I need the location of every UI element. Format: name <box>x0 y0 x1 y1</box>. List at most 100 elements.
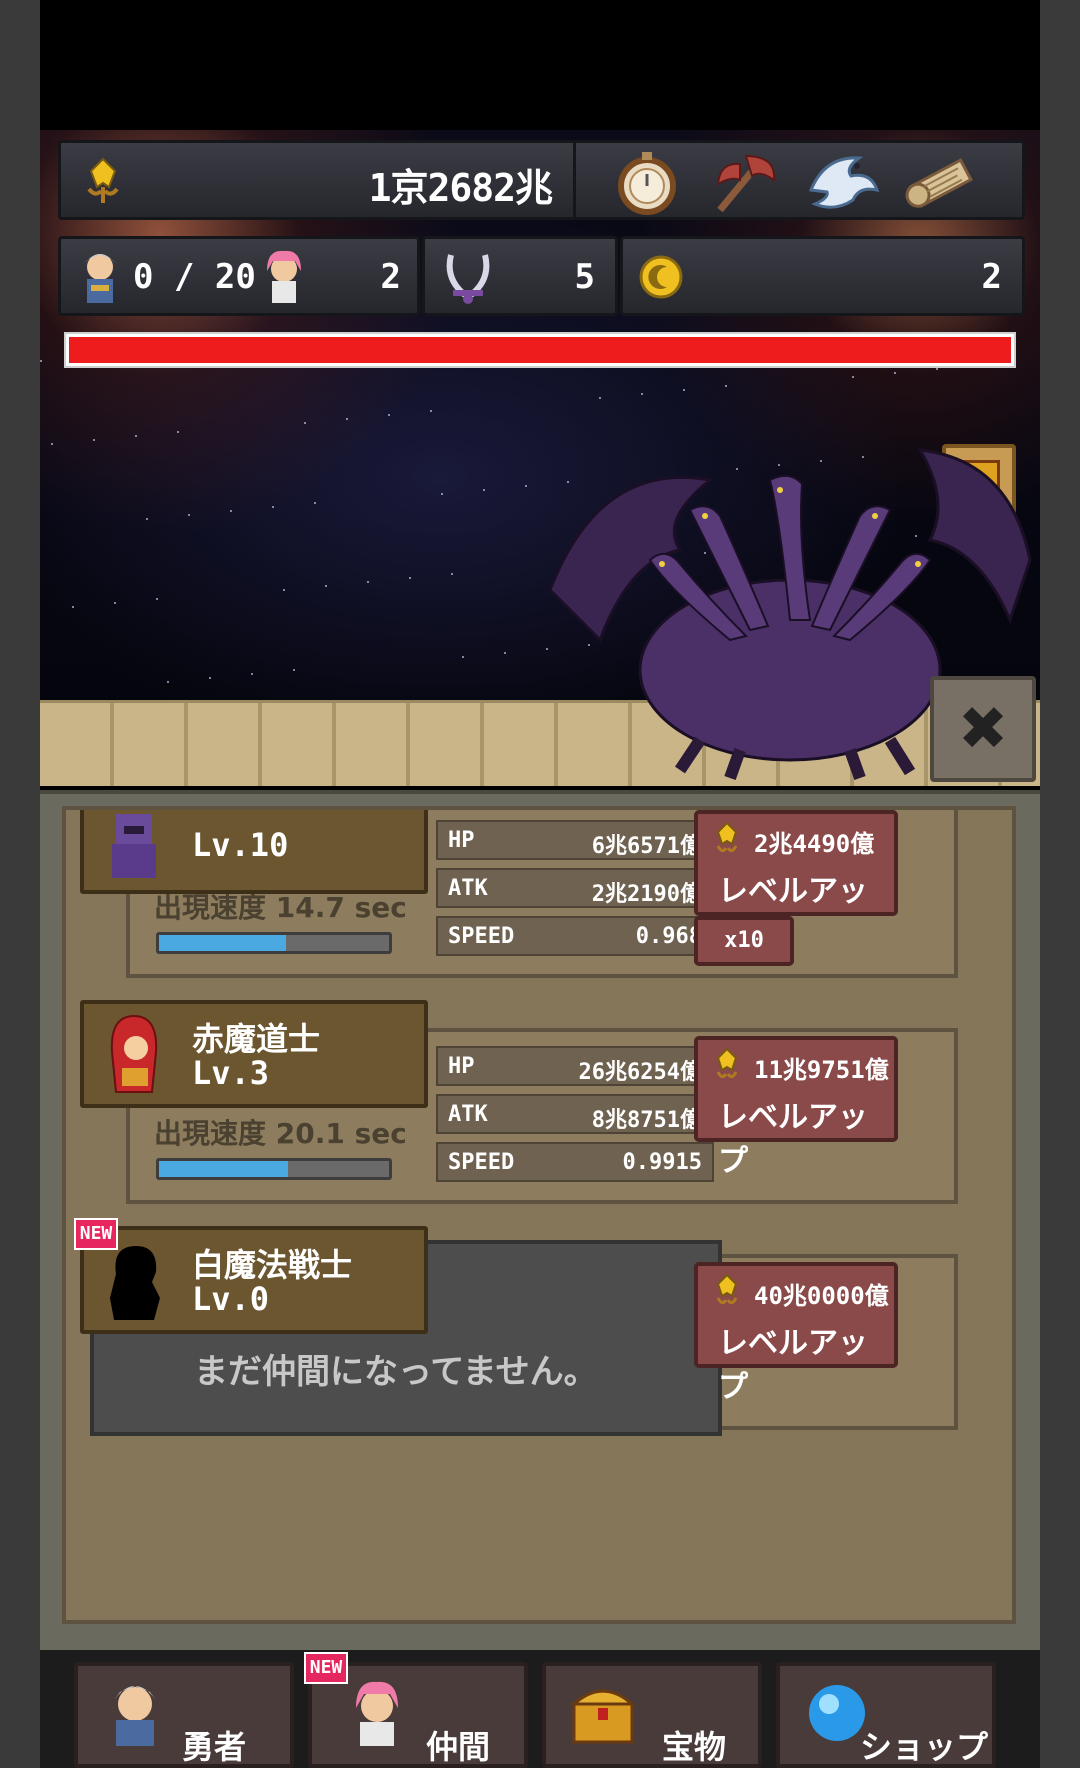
hero-icon <box>85 254 115 303</box>
star <box>51 443 53 445</box>
speed-value: 0.968 <box>635 924 702 949</box>
coin-icon <box>639 255 683 299</box>
scroll-icon[interactable] <box>902 149 980 217</box>
star <box>388 414 390 416</box>
party-count-panel: 0 / 20 2 <box>58 236 420 316</box>
coin-count: 2 <box>981 257 1002 297</box>
star <box>325 585 327 587</box>
star <box>599 397 601 399</box>
star <box>683 389 685 391</box>
close-button[interactable]: ✖ <box>930 676 1036 782</box>
star <box>209 677 211 679</box>
star <box>430 410 432 412</box>
star <box>936 368 938 370</box>
star <box>114 602 116 604</box>
star <box>177 431 179 433</box>
bottom-tab-bar: 勇者 仲間 NEW 宝物 ショップ <box>40 1650 1040 1768</box>
star <box>451 573 453 575</box>
gem-icon <box>87 157 119 203</box>
white-dragon-icon[interactable] <box>804 149 882 217</box>
crossed-swords-icon <box>446 254 490 304</box>
gold-amount: 1京2682兆 <box>368 166 553 210</box>
star <box>641 393 643 395</box>
stat-speed: SPEED 0.968 <box>436 916 714 956</box>
character-plate: 白魔法戦士 Lv.0 <box>80 1226 428 1334</box>
tab-label: ショップ <box>860 1728 989 1766</box>
levelup-label: レベルアップ <box>718 1326 868 1405</box>
star <box>346 418 348 420</box>
party-list[interactable]: 出現速度 14.7 sec Lv.10 HP 6兆6571億 ATK 2兆219… <box>62 806 1016 1624</box>
levelup-button[interactable]: 2兆4490億 レベルアップ <box>694 810 898 953</box>
star <box>304 422 306 424</box>
new-badge: NEW <box>74 1218 118 1250</box>
hp-value: 6兆6571億 <box>591 834 702 859</box>
boss-hp-fill <box>69 337 1011 363</box>
star <box>441 493 443 495</box>
close-icon: ✖ <box>957 694 1009 764</box>
stat-hp: HP 26兆6254億 <box>436 1046 714 1086</box>
gold-panel: 1京2682兆 <box>58 140 593 220</box>
tab-hero[interactable]: 勇者 <box>74 1662 294 1768</box>
star <box>272 506 274 508</box>
stopwatch-icon[interactable] <box>608 149 686 217</box>
star <box>483 489 485 491</box>
character-level: Lv.0 <box>192 1280 270 1318</box>
kills-count: 5 <box>574 257 595 297</box>
coin-panel: 2 <box>620 236 1025 316</box>
star <box>156 598 158 600</box>
levelup-button[interactable]: 40兆0000億 レベルアップ <box>694 1262 898 1405</box>
spawn-progress-fill <box>159 1161 288 1177</box>
levelup-button[interactable]: 11兆9751億 レベルアップ <box>694 1036 898 1179</box>
star <box>725 385 727 387</box>
spawn-progress-bar <box>156 1158 392 1180</box>
stat-atk: ATK 2兆2190億 <box>436 868 714 908</box>
multiplier-button[interactable]: x10 <box>694 916 794 966</box>
gem-icon <box>716 1274 738 1305</box>
stat-hp: HP 6兆6571億 <box>436 820 714 860</box>
star <box>504 652 506 654</box>
new-badge: NEW <box>304 1652 348 1684</box>
ally-count: 2 <box>380 257 401 297</box>
tab-label: 勇者 <box>182 1728 247 1766</box>
star <box>188 514 190 516</box>
star <box>852 376 854 378</box>
boss-hp-bar <box>64 332 1016 368</box>
star <box>293 669 295 671</box>
treasure-chest-icon <box>570 1689 636 1744</box>
star <box>93 439 95 441</box>
party-panel: 出現速度 14.7 sec Lv.10 HP 6兆6571億 ATK 2兆219… <box>40 790 1040 1650</box>
star <box>146 518 148 520</box>
item-panel <box>573 140 1025 220</box>
ally-icon <box>267 250 301 303</box>
star <box>409 577 411 579</box>
silhouette-portrait-icon <box>110 1246 160 1320</box>
atk-value: 8兆8751億 <box>591 1108 702 1133</box>
star <box>230 510 232 512</box>
levelup-label: レベルアップ <box>718 1100 868 1179</box>
kills-panel: 5 <box>422 236 618 316</box>
stat-speed: SPEED 0.9915 <box>436 1142 714 1182</box>
star <box>367 581 369 583</box>
levelup-cost: 2兆4490億 <box>754 830 875 858</box>
star <box>251 673 253 675</box>
levelup-cost: 11兆9751億 <box>754 1056 889 1084</box>
gem-icon <box>716 822 738 853</box>
spawn-speed-label: 出現速度 20.1 sec <box>154 1117 407 1150</box>
tab-label: 宝物 <box>662 1728 727 1766</box>
axe-icon[interactable] <box>706 149 784 217</box>
star <box>525 485 527 487</box>
star <box>167 681 169 683</box>
tab-treasure[interactable]: 宝物 <box>542 1662 762 1768</box>
gem-icon <box>716 1048 738 1079</box>
star <box>40 360 42 362</box>
spawn-progress-fill <box>159 935 286 951</box>
speed-value: 0.9915 <box>622 1150 702 1175</box>
character-plate: 赤魔道士 Lv.3 <box>80 1000 428 1108</box>
character-plate: Lv.10 <box>80 810 428 894</box>
atk-value: 2兆2190億 <box>591 882 702 907</box>
tab-shop[interactable]: ショップ <box>776 1662 996 1768</box>
star <box>314 502 316 504</box>
spawn-progress-bar <box>156 932 392 954</box>
star <box>135 435 137 437</box>
tab-label: 仲間 <box>426 1728 491 1766</box>
